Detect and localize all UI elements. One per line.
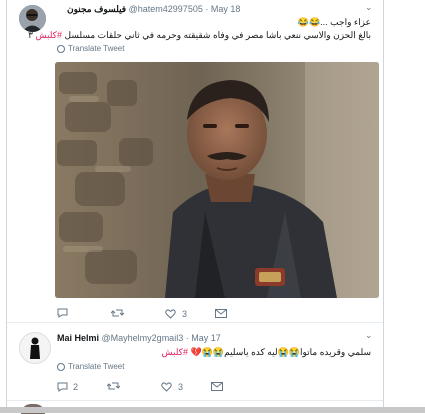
tweet-date[interactable]: May 17	[191, 333, 221, 343]
translate-label: Translate Tweet	[68, 362, 125, 371]
tweet-header: Mai Helmi @Mayhelmy2gmail3 · May 17	[57, 333, 221, 343]
hashtag-link[interactable]: #كلبش	[162, 347, 188, 357]
user-handle[interactable]: @Mayhelmy2gmail3	[102, 333, 184, 343]
window-bottom-edge	[0, 407, 425, 413]
tweet-photo[interactable]	[55, 62, 379, 298]
envelope-icon[interactable]	[211, 381, 223, 393]
display-name[interactable]: فيلسوف مجنون	[67, 4, 126, 14]
timeline-frame: فيلسوف مجنون @hatem42997505 · May 18 ⌄ ع…	[6, 0, 384, 414]
chevron-down-icon[interactable]: ⌄	[365, 330, 373, 341]
tweet-header: فيلسوف مجنون @hatem42997505 · May 18	[67, 4, 240, 15]
tweet-date[interactable]: May 18	[211, 4, 241, 14]
tweet-actions: 2 3	[57, 381, 257, 393]
hashtag-link[interactable]: #كلبش	[36, 30, 62, 40]
retweet-icon[interactable]	[106, 381, 157, 393]
display-name[interactable]: Mai Helmi	[57, 333, 99, 343]
tweet-photo-image	[55, 62, 379, 298]
avatar-image	[20, 333, 50, 363]
tweet-text-line2: بالغ الحزن والاسي ننعي باشا مصر في وفاه …	[28, 29, 371, 42]
user-handle[interactable]: @hatem42997505	[129, 4, 203, 14]
like-count: 3	[182, 309, 188, 319]
like-count: 3	[178, 382, 184, 392]
tweet-text: عزاء واجب ...😂😂 بالغ الحزن والاسي ننعي ب…	[28, 16, 371, 42]
retweet-icon[interactable]	[110, 308, 161, 320]
tweet-text-line1: عزاء واجب ...😂😂	[297, 17, 371, 27]
tweet-text-body: بالغ الحزن والاسي ننعي باشا مصر في وفاه …	[64, 30, 372, 40]
reply-count: 2	[73, 382, 79, 392]
reply-button[interactable]: 2	[57, 382, 107, 392]
globe-icon	[57, 45, 65, 53]
chevron-down-icon[interactable]: ⌄	[365, 2, 373, 13]
separator-dot: ·	[205, 4, 209, 14]
envelope-icon[interactable]	[215, 308, 227, 320]
translate-label: Translate Tweet	[68, 44, 125, 53]
tweet-divider	[7, 322, 383, 323]
reply-icon[interactable]	[57, 308, 107, 320]
tweet-text-suffix: ٣	[28, 30, 33, 40]
separator-dot: ·	[185, 333, 189, 343]
reply-icon	[57, 382, 68, 392]
tweet-actions: 3	[57, 308, 257, 320]
tweet-text-body: سلمي وقريده ماتوا😭😭ليه كده ياسليم😭😭💔	[190, 347, 371, 357]
heart-icon	[165, 309, 176, 319]
avatar[interactable]	[19, 332, 51, 364]
translate-tweet-link[interactable]: Translate Tweet	[57, 362, 124, 371]
like-button[interactable]: 3	[165, 309, 215, 319]
tweet-divider	[7, 400, 383, 401]
globe-icon	[57, 363, 65, 371]
translate-tweet-link[interactable]: Translate Tweet	[57, 44, 124, 53]
heart-icon	[161, 382, 172, 392]
tweet-text: سلمي وقريده ماتوا😭😭ليه كده ياسليم😭😭💔 #كل…	[162, 346, 372, 359]
like-button[interactable]: 3	[161, 382, 211, 392]
